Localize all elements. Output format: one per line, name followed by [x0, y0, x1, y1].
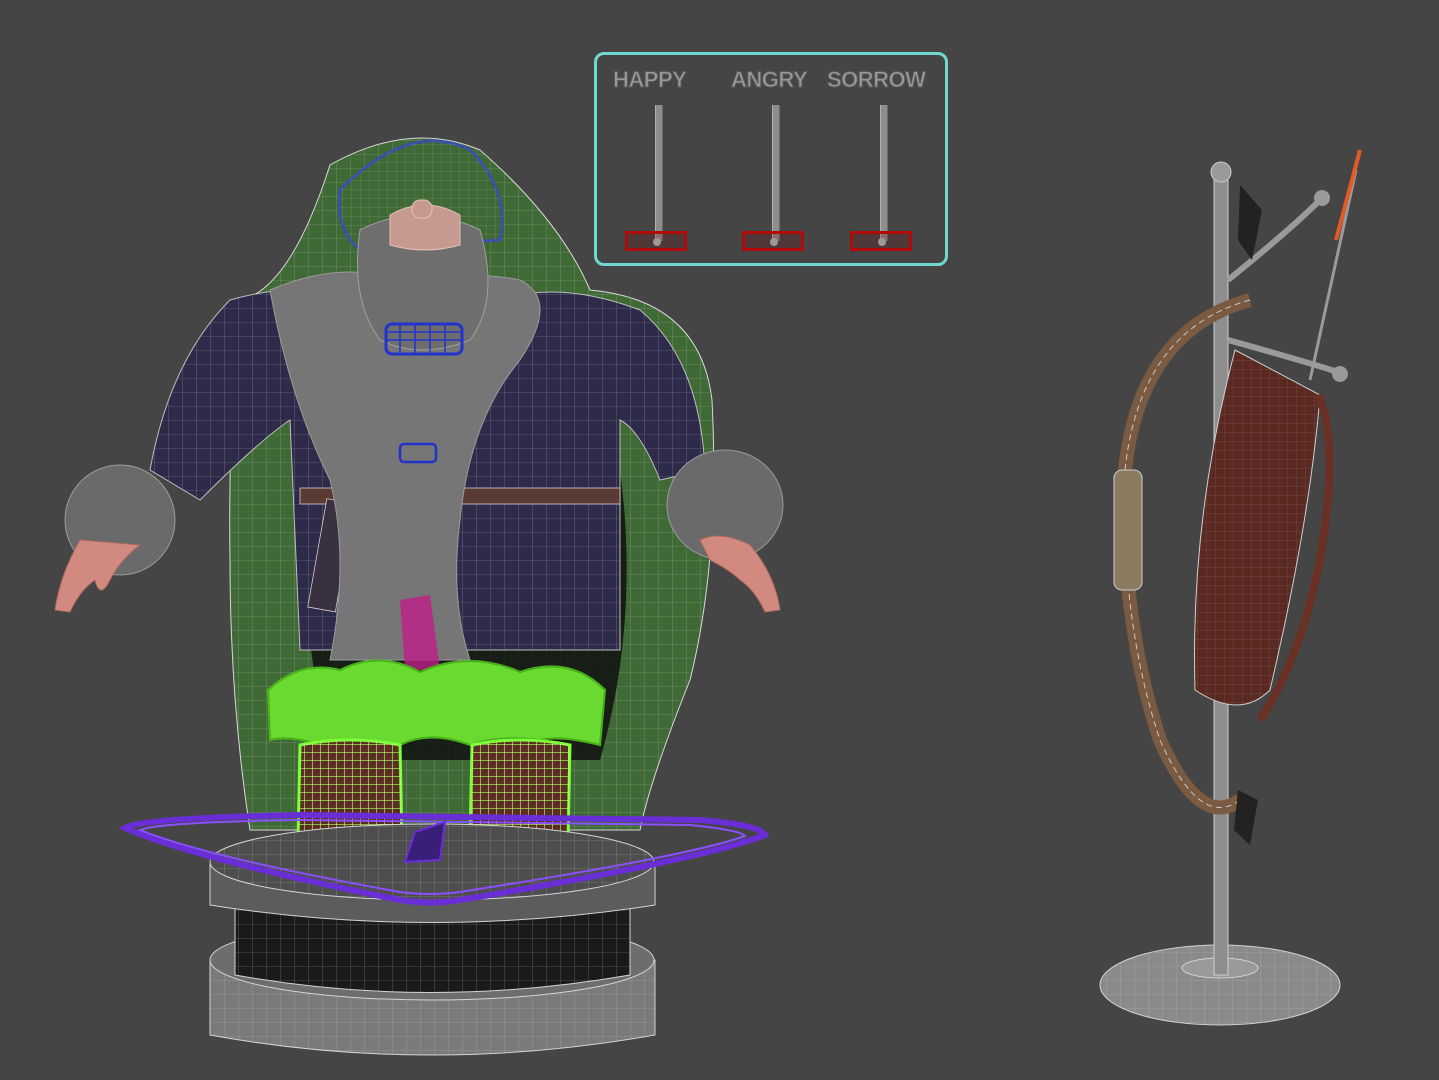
left-hand — [54, 539, 142, 613]
happy-label: HAPPY — [612, 67, 687, 93]
sorrow-slider[interactable] — [848, 105, 918, 255]
facial-expression-control-panel: HAPPY ANGRY SORROW — [594, 52, 948, 266]
angry-slider[interactable] — [740, 105, 810, 255]
slider-track[interactable] — [880, 105, 888, 241]
pedestal[interactable] — [118, 811, 770, 1056]
3d-viewport[interactable]: HAPPY ANGRY SORROW — [0, 0, 1439, 1080]
slider-track[interactable] — [772, 105, 780, 241]
bow-stand-prop[interactable] — [1099, 149, 1362, 1026]
slider-track[interactable] — [655, 105, 663, 241]
happy-slider[interactable] — [623, 105, 693, 255]
sorrow-label: SORROW — [826, 67, 926, 93]
angry-slider-knob[interactable] — [742, 231, 804, 251]
happy-slider-knob[interactable] — [625, 231, 687, 251]
sorrow-slider-knob[interactable] — [850, 231, 912, 251]
angry-label: ANGRY — [730, 67, 808, 93]
arrow-fletching — [1334, 149, 1362, 241]
right-hand — [699, 535, 781, 613]
